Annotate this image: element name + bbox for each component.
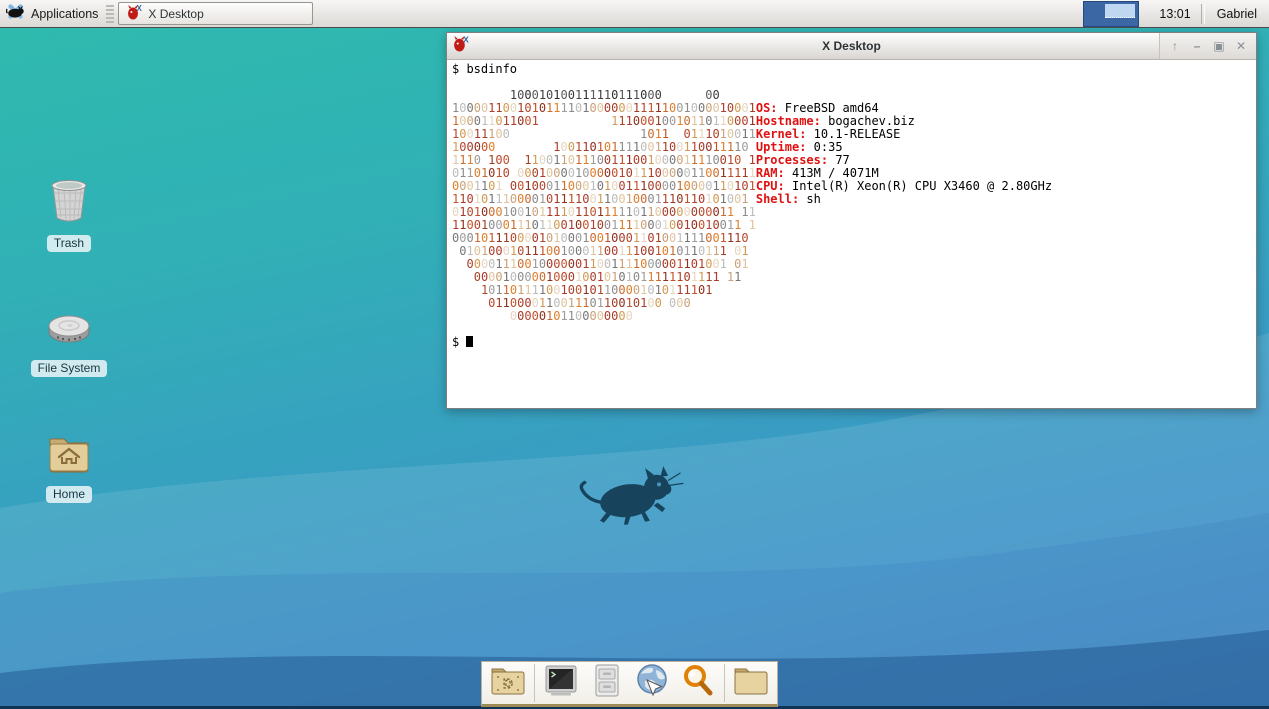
sysinfo-value: sh <box>799 192 821 206</box>
taskbar-window-button[interactable]: X X Desktop <box>118 2 313 25</box>
sysinfo-label: Kernel: <box>756 127 807 141</box>
bsd-daemon-icon: X <box>126 4 142 23</box>
web-browser-launcher[interactable] <box>632 663 672 703</box>
sysinfo-value: 0:35 <box>806 140 842 154</box>
filesystem-drive-icon <box>43 339 95 356</box>
sysinfo-label: CPU: <box>756 179 785 193</box>
screen: Applications X X Desktop 13:01 Gabriel <box>0 0 1269 709</box>
terminal-line: $ <box>452 336 1251 349</box>
sysinfo-value: FreeBSD amd64 <box>778 101 879 115</box>
applications-menu-button[interactable]: Applications <box>0 0 106 27</box>
top-panel: Applications X X Desktop 13:01 Gabriel <box>0 0 1269 28</box>
trash-icon <box>43 214 95 231</box>
dock-separator <box>724 664 725 702</box>
search-icon <box>680 663 716 704</box>
terminal-content[interactable]: $ bsdinfo 100010100111110111000 00 10000… <box>447 60 1256 352</box>
terminal-line <box>452 323 1251 336</box>
sysinfo-value: 413M / 4071M <box>785 166 879 180</box>
sysinfo-label: RAM: <box>756 166 785 180</box>
svg-text:D: D <box>503 676 512 691</box>
task-button-label: X Desktop <box>148 7 203 21</box>
terminal-line: 00000101100000000 <box>452 310 1251 323</box>
workspace-pager[interactable] <box>1083 1 1139 27</box>
desktop-icon-label: Trash <box>47 235 91 252</box>
sysinfo-label: Shell: <box>756 192 799 206</box>
sysinfo-label: Uptime: <box>756 140 807 154</box>
terminal-cursor <box>466 336 473 347</box>
terminal-window: X X Desktop ↑ – ▣ ✕ $ bsdinfo 1000101001… <box>446 32 1257 409</box>
terminal-launcher[interactable] <box>541 663 581 703</box>
home-folder-icon <box>43 465 95 482</box>
terminal-icon <box>543 664 579 703</box>
folder-launcher[interactable] <box>731 663 771 703</box>
sysinfo-label: OS: <box>756 101 778 115</box>
desktop-folder-icon: D <box>489 663 527 704</box>
pager-window-preview <box>1105 4 1135 18</box>
sysinfo-value: bogachev.biz <box>821 114 915 128</box>
wallpaper-mouse-logo <box>578 458 693 528</box>
panel-tray: 13:01 Gabriel <box>1083 0 1269 27</box>
desktop-icon-home[interactable]: Home <box>22 426 116 503</box>
desktop-icon-label: Home <box>46 486 92 503</box>
user-menu[interactable]: Gabriel <box>1205 7 1269 21</box>
desktop-icon-label: File System <box>31 360 108 377</box>
terminal-line: $ bsdinfo <box>452 63 1251 76</box>
window-titlebar[interactable]: X X Desktop ↑ – ▣ ✕ <box>447 33 1256 60</box>
bottom-dock: D <box>481 661 778 707</box>
search-launcher[interactable] <box>678 663 718 703</box>
file-cabinet-launcher[interactable] <box>587 663 627 703</box>
svg-text:X: X <box>137 4 143 13</box>
desktop-icon-trash[interactable]: Trash <box>22 175 116 252</box>
web-browser-icon <box>633 662 671 705</box>
desktop-icon-filesystem[interactable]: File System <box>22 300 116 377</box>
sysinfo-value: Intel(R) Xeon(R) CPU X3460 @ 2.80GHz <box>785 179 1052 193</box>
sysinfo-label: Processes: <box>756 153 828 167</box>
sysinfo-value: 10.1-RELEASE <box>806 127 900 141</box>
sysinfo-label: Hostname: <box>756 114 821 128</box>
folder-icon <box>732 663 770 704</box>
dock-separator <box>534 664 535 702</box>
window-title: X Desktop <box>447 39 1256 53</box>
desktop-folder-launcher[interactable]: D <box>488 663 528 703</box>
panel-handle[interactable] <box>106 5 114 23</box>
xfce-mouse-icon <box>6 3 25 24</box>
applications-label: Applications <box>31 7 98 21</box>
file-cabinet-icon <box>590 663 624 704</box>
sysinfo-value: 77 <box>828 153 850 167</box>
clock[interactable]: 13:01 <box>1149 7 1200 21</box>
